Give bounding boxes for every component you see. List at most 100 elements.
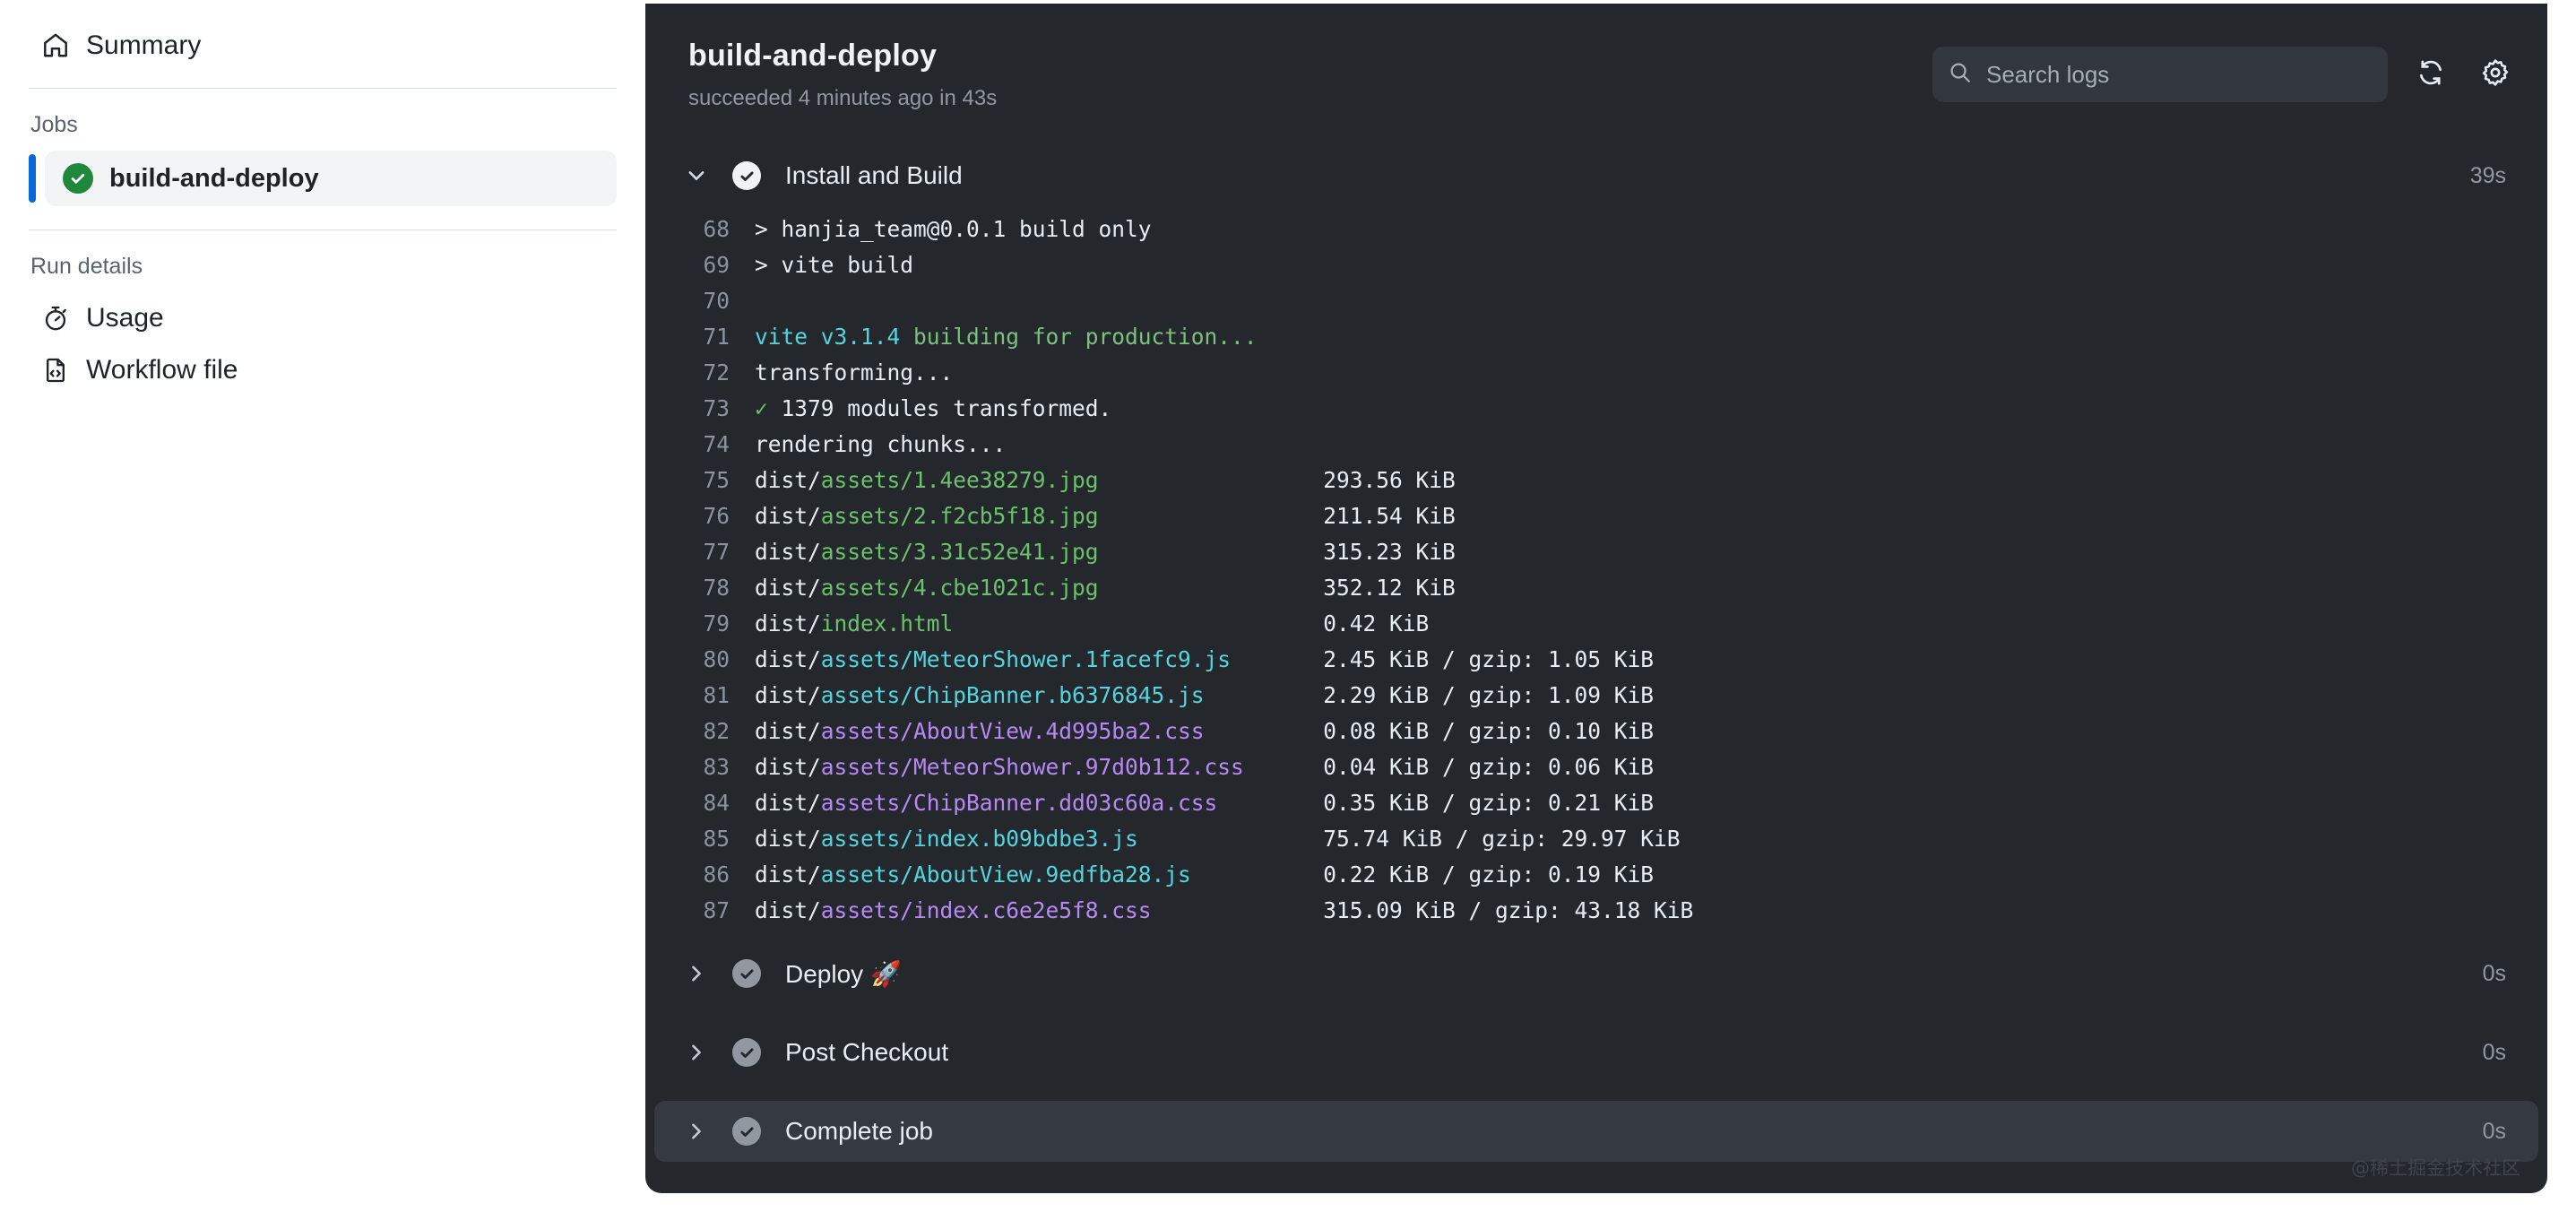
log-token-version: vite v3.1.4: [755, 324, 901, 350]
log-size-spacer: [1099, 503, 1324, 529]
log-line-content: dist/assets/AboutView.9edfba28.js 0.22 K…: [755, 857, 1654, 893]
log-line-number: 73: [703, 395, 730, 421]
refresh-logs-button[interactable]: [2409, 53, 2452, 96]
log-token-path: assets/2.f2cb5f18.jpg: [820, 503, 1099, 529]
step-name: Post Checkout: [785, 1038, 949, 1066]
job-status-subtitle: succeeded 4 minutes ago in 43s: [688, 86, 998, 111]
log-line: 82 dist/assets/AboutView.4d995ba2.css 0.0…: [645, 714, 2547, 749]
log-token-size: 2.45 KiB / gzip: 1.05 KiB: [1323, 646, 1655, 672]
step-status-success-icon: [731, 1037, 762, 1068]
log-token-path: index.html: [820, 610, 954, 636]
log-line: 83 dist/assets/MeteorShower.97d0b112.css …: [645, 749, 2547, 785]
active-job-indicator: [29, 154, 36, 203]
log-size-spacer: [1099, 539, 1324, 565]
log-line-number: 75: [703, 467, 730, 493]
log-line-number: 77: [703, 539, 730, 565]
log-line-number: 82: [703, 718, 730, 744]
log-token-path: assets/index.b09bdbe3.js: [820, 826, 1138, 852]
log-size-spacer: [1191, 861, 1324, 887]
search-logs-box[interactable]: [1932, 47, 2388, 102]
log-line-number: 71: [703, 324, 730, 350]
log-line: 79 dist/index.html 0.42 KiB: [645, 606, 2547, 642]
log-line: 68 > hanjia_team@0.0.1 build only: [645, 212, 2547, 247]
log-line: 84 dist/assets/ChipBanner.dd03c60a.css 0.…: [645, 785, 2547, 821]
chevron-right-icon: [681, 1116, 712, 1147]
watermark: @稀土掘金技术社区: [2351, 1157, 2520, 1179]
log-line: 85 dist/assets/index.b09bdbe3.js 75.74 Ki…: [645, 821, 2547, 857]
log-line-number: 84: [703, 790, 730, 816]
log-size-spacer: [1138, 826, 1324, 852]
log-token-path: assets/index.c6e2e5f8.css: [820, 897, 1152, 923]
log-line-number: 83: [703, 754, 730, 780]
log-token-path: assets/1.4ee38279.jpg: [820, 467, 1099, 493]
log-token-path: assets/ChipBanner.b6376845.js: [820, 682, 1205, 708]
log-line-number: 81: [703, 682, 730, 708]
sidebar-jobs-heading: Jobs: [30, 112, 78, 137]
step-row-install-and-build[interactable]: Install and Build 39s: [654, 145, 2538, 206]
sidebar-item-workflow-file-label: Workflow file: [86, 355, 238, 385]
log-line-content: > vite build: [755, 252, 914, 278]
step-status-success-icon: [731, 1116, 762, 1147]
log-line-content: dist/assets/index.b09bdbe3.js 75.74 KiB …: [755, 821, 1681, 857]
log-line: 73 ✓ 1379 modules transformed.: [645, 391, 2547, 427]
log-token-size: 2.29 KiB / gzip: 1.09 KiB: [1323, 682, 1655, 708]
log-line-content: dist/assets/2.f2cb5f18.jpg 211.54 KiB: [755, 498, 1456, 534]
sidebar-item-summary-label: Summary: [86, 30, 202, 60]
log-line: 86 dist/assets/AboutView.9edfba28.js 0.22…: [645, 857, 2547, 893]
log-token-path: dist/: [755, 646, 821, 672]
search-input[interactable]: [1986, 60, 2372, 89]
sidebar-item-summary[interactable]: Summary: [29, 20, 617, 72]
refresh-icon: [2416, 58, 2445, 91]
log-token-path: assets/4.cbe1021c.jpg: [820, 575, 1099, 601]
log-line-content: dist/assets/ChipBanner.b6376845.js 2.29 …: [755, 678, 1654, 714]
stopwatch-icon: [41, 304, 70, 333]
step-row-deploy[interactable]: Deploy 🚀 0s: [654, 943, 2538, 1004]
gear-icon: [2481, 58, 2510, 91]
log-line-number: 69: [703, 252, 730, 278]
log-line-content: dist/assets/1.4ee38279.jpg 293.56 KiB: [755, 463, 1456, 498]
log-token-path: assets/3.31c52e41.jpg: [820, 539, 1099, 565]
step-row-post-checkout[interactable]: Post Checkout 0s: [654, 1022, 2538, 1083]
log-line-number: 80: [703, 646, 730, 672]
sidebar-item-workflow-file[interactable]: Workflow file: [29, 344, 617, 396]
log-token-path: dist/: [755, 826, 821, 852]
run-sidebar: Summary Jobs build-and-deploy Run detail…: [0, 0, 645, 1212]
log-size-spacer: [1152, 897, 1324, 923]
log-size-spacer: [1244, 754, 1324, 780]
log-panel: build-and-deploy succeeded 4 minutes ago…: [645, 4, 2547, 1193]
log-token-size: 0.22 KiB / gzip: 0.19 KiB: [1323, 861, 1655, 887]
log-size-spacer: [1231, 646, 1323, 672]
log-token-size: 315.09 KiB / gzip: 43.18 KiB: [1323, 897, 1694, 923]
log-line-number: 86: [703, 861, 730, 887]
step-name: Complete job: [785, 1117, 933, 1145]
sidebar-item-usage[interactable]: Usage: [29, 292, 617, 344]
log-token-path: dist/: [755, 610, 821, 636]
log-line-content: transforming...: [755, 359, 954, 385]
success-check-icon: [63, 163, 93, 194]
sidebar-item-job-build-and-deploy[interactable]: build-and-deploy: [29, 151, 617, 206]
log-size-spacer: [1217, 790, 1323, 816]
log-token-path: dist/: [755, 861, 821, 887]
log-size-spacer: [1205, 718, 1324, 744]
log-token-size: 0.04 KiB / gzip: 0.06 KiB: [1323, 754, 1655, 780]
log-settings-button[interactable]: [2474, 53, 2517, 96]
log-token-path: assets/MeteorShower.1facefc9.js: [820, 646, 1232, 672]
log-token-path: dist/: [755, 790, 821, 816]
log-line-content: dist/index.html 0.42 KiB: [755, 606, 1429, 642]
log-token-path: assets/MeteorShower.97d0b112.css: [820, 754, 1244, 780]
log-token-message: building for production...: [900, 324, 1258, 350]
log-line-number: 87: [703, 897, 730, 923]
log-output[interactable]: 68 > hanjia_team@0.0.1 build only 69 > v…: [645, 206, 2547, 929]
log-token-path: dist/: [755, 467, 821, 493]
log-asset-lines: 75 dist/assets/1.4ee38279.jpg 293.56 KiB 7…: [645, 463, 2547, 929]
log-line-content: dist/assets/index.c6e2e5f8.css 315.09 Ki…: [755, 893, 1693, 929]
log-token-check: ✓: [755, 395, 768, 421]
step-row-complete-job[interactable]: Complete job 0s: [654, 1101, 2538, 1162]
log-token-size: 75.74 KiB / gzip: 29.97 KiB: [1323, 826, 1681, 852]
log-line-number: 72: [703, 359, 730, 385]
job-heading-block: build-and-deploy succeeded 4 minutes ago…: [688, 38, 997, 112]
log-panel-header: build-and-deploy succeeded 4 minutes ago…: [645, 4, 2547, 145]
log-token-size: 211.54 KiB: [1323, 503, 1456, 529]
log-token-size: 293.56 KiB: [1323, 467, 1456, 493]
log-size-spacer: [1099, 575, 1324, 601]
